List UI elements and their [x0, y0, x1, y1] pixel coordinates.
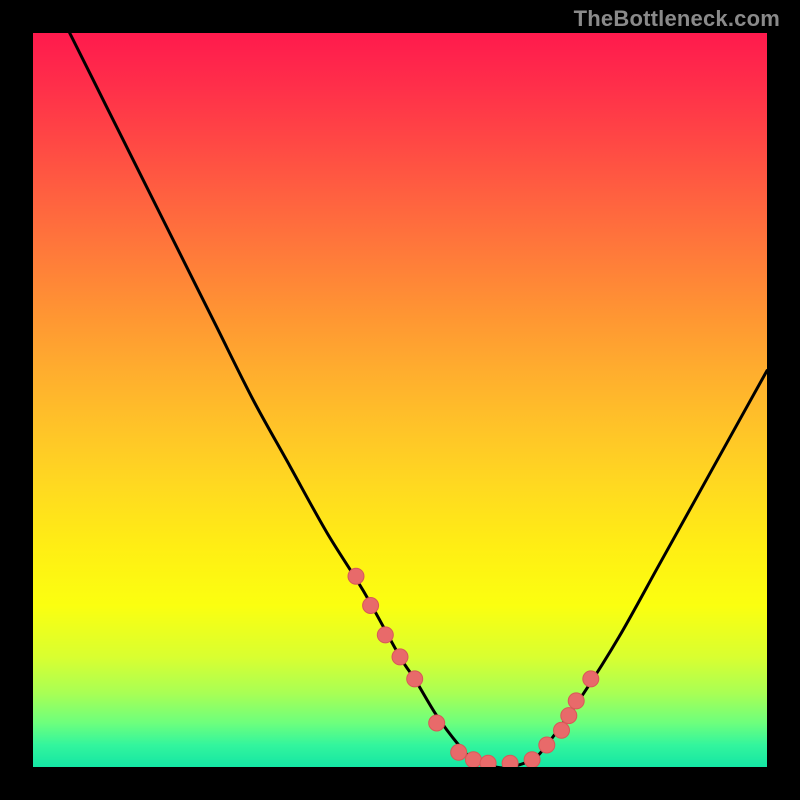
plot-area — [33, 33, 767, 767]
watermark-text: TheBottleneck.com — [574, 6, 780, 32]
chart-frame: TheBottleneck.com — [0, 0, 800, 800]
